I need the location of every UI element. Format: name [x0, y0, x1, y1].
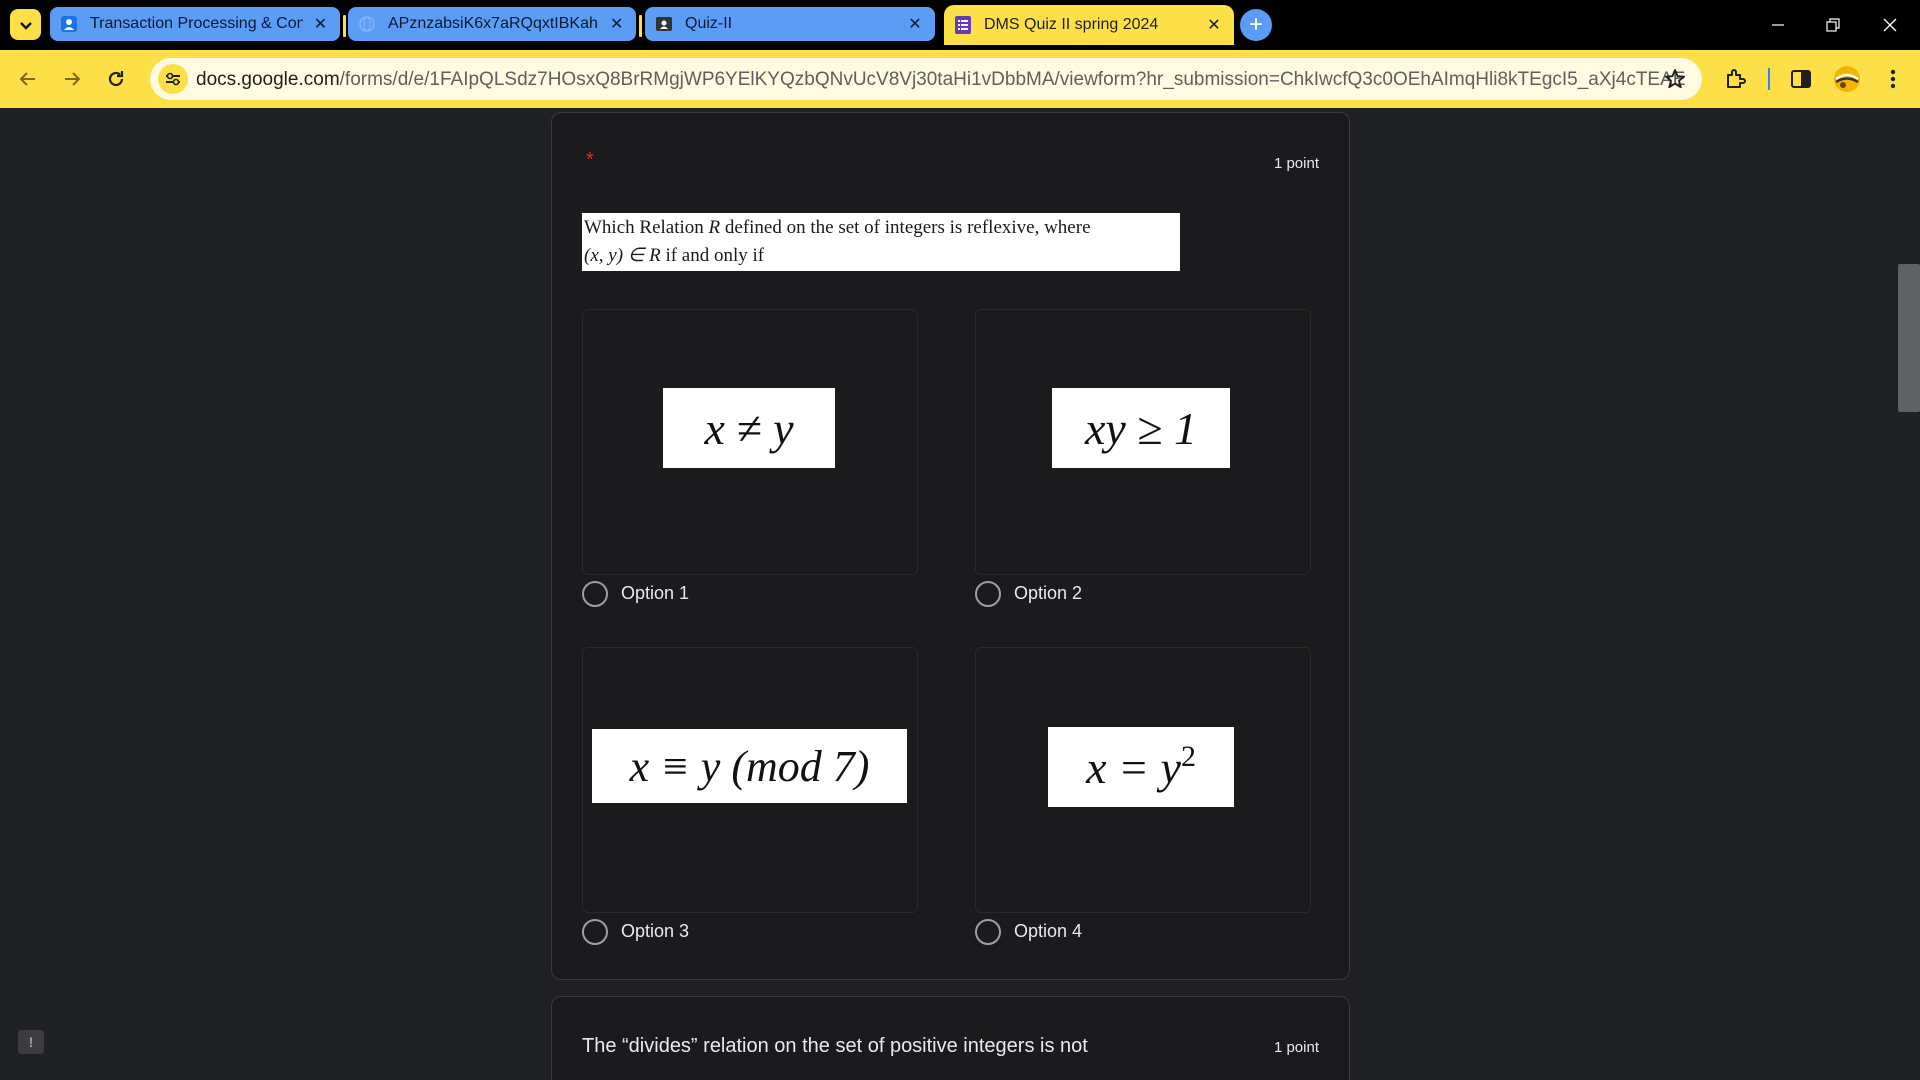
question-2-text: The “divides” relation on the set of pos…: [582, 1035, 1088, 1057]
reload-button[interactable]: [98, 61, 134, 97]
form-page: * 1 point Which Relation R defined on th…: [0, 108, 1920, 1080]
tab-separator: [639, 15, 642, 37]
question-points: 1 point: [1273, 155, 1319, 172]
person-icon: [60, 15, 78, 33]
close-icon: [1883, 18, 1897, 32]
option-4-radio[interactable]: [975, 919, 1001, 945]
option-2-formula: xy ≥ 1: [1052, 388, 1230, 468]
profile-avatar[interactable]: [1832, 64, 1862, 94]
tune-icon: [166, 72, 180, 86]
browser-toolbar: docs.google.com/forms/d/e/1FAIpQLSdz7HOs…: [0, 50, 1920, 108]
close-icon[interactable]: ✕: [1204, 15, 1224, 35]
close-icon[interactable]: ✕: [905, 14, 925, 34]
tab-dms-quiz[interactable]: DMS Quiz II spring 2024 ✕: [944, 5, 1234, 45]
tab-title: DMS Quiz II spring 2024: [984, 16, 1159, 33]
back-button[interactable]: [10, 61, 46, 97]
restore-icon: [1826, 18, 1840, 32]
tab-strip: Transaction Processing & Conc ✕ APznzabs…: [0, 0, 1920, 50]
option-2-radio[interactable]: [975, 581, 1001, 607]
url-host: docs.google.com: [196, 69, 340, 90]
option-2-label: Option 2: [1014, 583, 1083, 603]
chevron-down-icon: [19, 21, 32, 30]
extensions-button[interactable]: [1721, 64, 1751, 94]
url-text[interactable]: docs.google.com/forms/d/e/1FAIpQLSdz7HOs…: [196, 69, 1685, 91]
minimize-icon: [1772, 24, 1784, 26]
tab-separator: [343, 15, 346, 37]
question-image: Which Relation R defined on the set of i…: [582, 213, 1180, 271]
close-icon[interactable]: ✕: [607, 14, 626, 34]
address-bar[interactable]: docs.google.com/forms/d/e/1FAIpQLSdz7HOs…: [150, 58, 1702, 100]
classroom-icon: [655, 15, 673, 33]
option-4-label: Option 4: [1014, 921, 1083, 941]
site-info-button[interactable]: [158, 64, 188, 94]
reload-icon: [108, 71, 124, 87]
tab-search-button[interactable]: [10, 9, 41, 40]
tab-title: Quiz-II: [685, 15, 733, 32]
tab-title: APznzabsiK6x7aRQqxtIBKahrQ: [388, 15, 600, 32]
option-3-formula: x ≡ y (mod 7): [592, 729, 907, 803]
plus-icon: +: [1248, 11, 1263, 38]
option-3-radio[interactable]: [582, 919, 608, 945]
option-1-label: Option 1: [621, 583, 690, 603]
arrow-right-icon: [65, 72, 81, 86]
forward-button[interactable]: [54, 61, 90, 97]
restore-button[interactable]: [1813, 8, 1853, 42]
question-card: * 1 point Which Relation R defined on th…: [551, 112, 1350, 980]
avatar-icon: [1834, 66, 1860, 92]
tab-pdf-file[interactable]: APznzabsiK6x7aRQqxtIBKahrQ ✕: [348, 7, 636, 41]
tab-title: Transaction Processing & Conc: [90, 15, 303, 32]
forms-icon: [954, 16, 972, 34]
feedback-icon: !: [28, 1034, 34, 1050]
tab-transaction-processing[interactable]: Transaction Processing & Conc ✕: [50, 7, 340, 41]
globe-icon: [358, 15, 376, 33]
side-panel-icon: [1791, 70, 1811, 88]
report-feedback-button[interactable]: !: [18, 1030, 44, 1054]
question-2-points: 1 point: [1273, 1039, 1319, 1056]
option-4-formula: x = y2: [1048, 727, 1234, 807]
tab-quiz-ii[interactable]: Quiz-II ✕: [645, 7, 935, 41]
url-path: /forms/d/e/1FAIpQLSdz7HOsxQ8BrRMgjWP6YEl…: [339, 69, 1686, 90]
option-3-label: Option 3: [621, 921, 690, 941]
close-icon[interactable]: ✕: [311, 14, 330, 34]
question-line-2: (x, y) ∈ R if and only if: [584, 245, 765, 266]
toolbar-divider: [1768, 68, 1770, 90]
page-scrollbar[interactable]: [1898, 264, 1920, 412]
option-1-formula: x ≠ y: [663, 388, 835, 468]
puzzle-icon: [1727, 69, 1746, 88]
required-asterisk: *: [586, 149, 594, 171]
arrow-left-icon: [19, 72, 35, 86]
option-1-radio[interactable]: [582, 581, 608, 607]
new-tab-button[interactable]: +: [1240, 9, 1272, 41]
side-panel-button[interactable]: [1786, 64, 1816, 94]
question-card: The “divides” relation on the set of pos…: [551, 996, 1350, 1080]
close-window-button[interactable]: [1870, 8, 1910, 42]
bookmark-star-icon[interactable]: [1664, 68, 1686, 90]
question-line-1: Which Relation R defined on the set of i…: [584, 217, 1091, 238]
minimize-button[interactable]: [1758, 8, 1798, 42]
more-vert-icon: [1890, 69, 1896, 89]
browser-menu-button[interactable]: [1878, 64, 1908, 94]
